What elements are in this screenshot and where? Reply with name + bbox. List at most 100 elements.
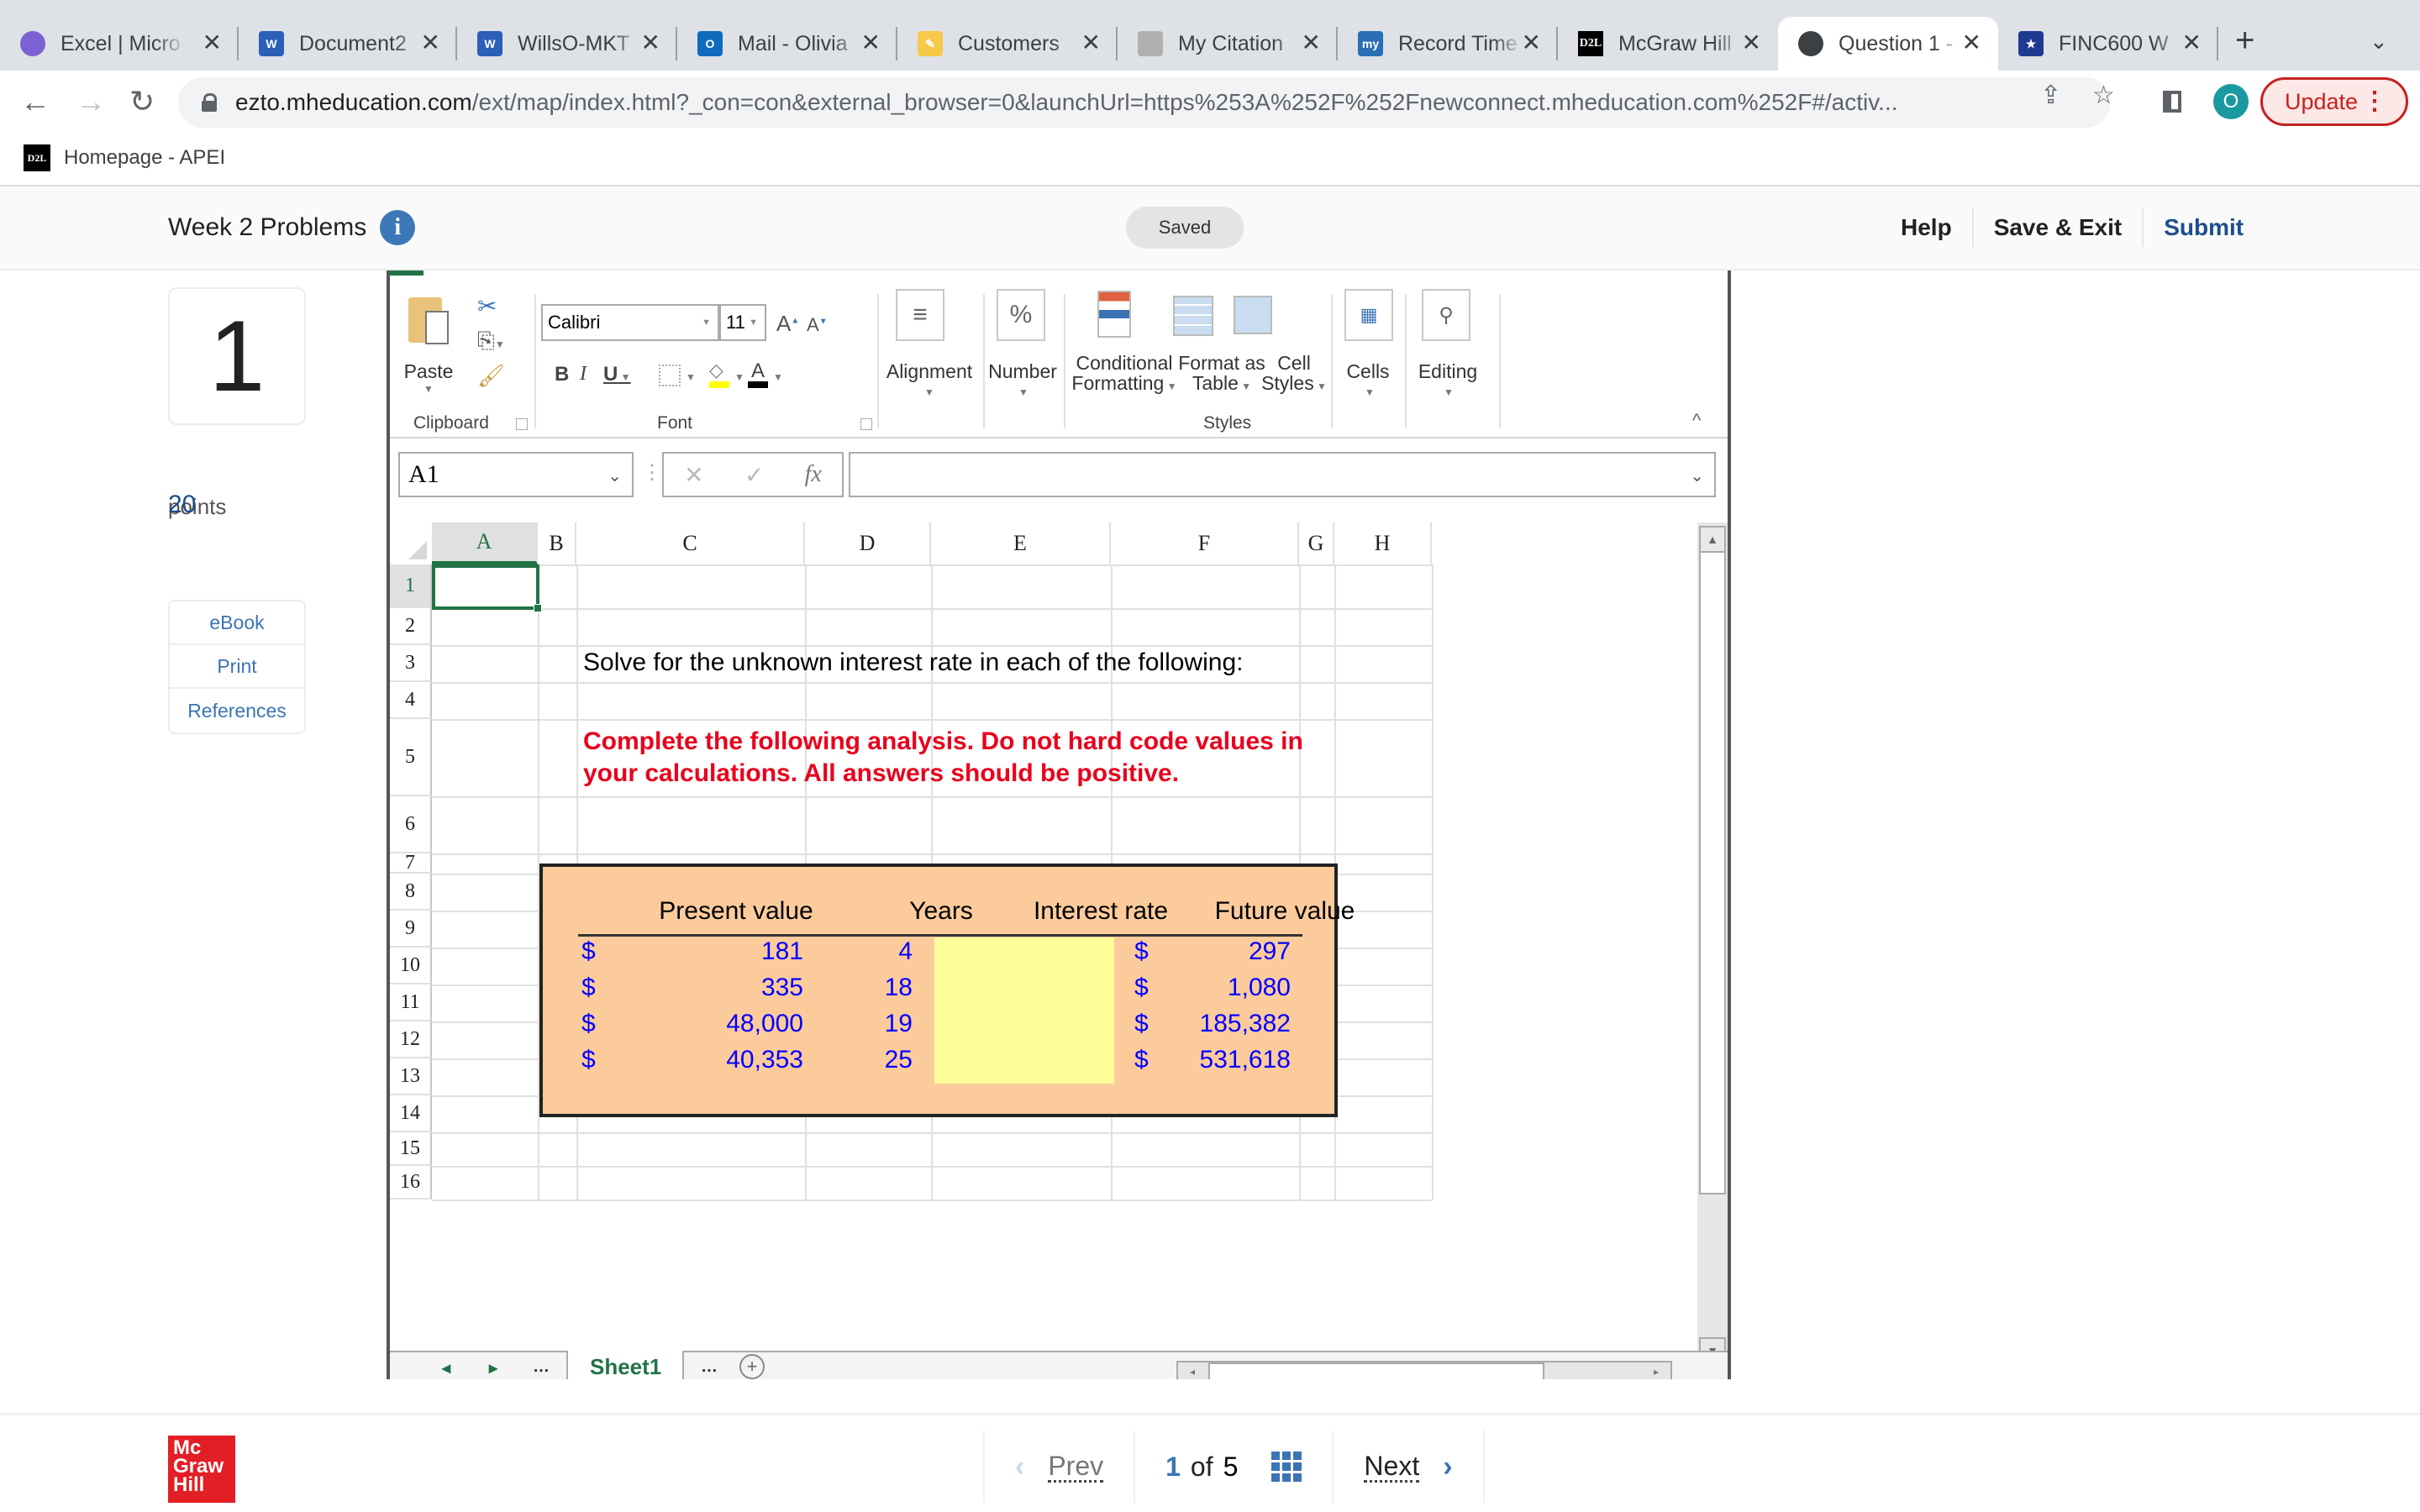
browser-tab[interactable]: ✎ Customers ✕ (897, 17, 1118, 71)
row-header-10[interactable]: 10 (390, 948, 432, 984)
format-painter-icon[interactable]: 🖌 (477, 363, 505, 389)
side-panel-icon[interactable] (2163, 91, 2181, 113)
close-tab-icon[interactable]: ✕ (1302, 29, 1321, 56)
row-header-16[interactable]: 16 (390, 1166, 432, 1200)
copy-icon[interactable]: ⎘▼ (477, 328, 505, 354)
font-name-select[interactable]: Calibri ▼ (541, 304, 719, 341)
browser-tab[interactable]: W WillsO-MKT ✕ (457, 17, 677, 71)
collapse-ribbon-icon[interactable]: ^ (1692, 410, 1701, 432)
column-header-f[interactable]: F (1111, 522, 1299, 564)
italic-button[interactable]: I (580, 363, 587, 386)
font-launcher-icon[interactable] (860, 418, 872, 430)
font-size-select[interactable]: 11 ▼ (719, 304, 766, 341)
scroll-up-icon[interactable]: ▲ (1699, 526, 1726, 553)
browser-tab[interactable]: O Mail - Olivia ✕ (677, 17, 897, 71)
alignment-button[interactable]: Alignment (879, 361, 980, 381)
prev-button[interactable]: ‹ Prev (983, 1431, 1134, 1503)
tab-search-chevron-icon[interactable]: ⌄ (2370, 29, 2388, 55)
row-header-12[interactable]: 12 (390, 1021, 432, 1058)
editing-button[interactable]: Editing (1410, 361, 1486, 381)
vertical-scrollbar[interactable]: ▲ ▼ (1697, 522, 1728, 1364)
column-header-d[interactable]: D (805, 522, 931, 564)
scroll-thumb[interactable] (1208, 1362, 1544, 1379)
share-icon[interactable]: ⇪ (2040, 81, 2061, 110)
row-header-6[interactable]: 6 (390, 796, 432, 853)
sheet-prev-icon[interactable]: ◂ (442, 1357, 450, 1378)
references-link[interactable]: References (170, 689, 304, 732)
formula-input[interactable]: ⌄ (849, 452, 1716, 497)
close-tab-icon[interactable]: ✕ (421, 29, 440, 56)
browser-tab[interactable]: my Record Time ✕ (1338, 17, 1558, 71)
scroll-left-icon[interactable]: ◂ (1178, 1362, 1207, 1379)
cancel-icon[interactable]: ✕ (684, 461, 703, 489)
conditional-formatting-icon[interactable] (1097, 291, 1131, 338)
horizontal-scrollbar[interactable]: ◂ ▸ (1176, 1361, 1672, 1379)
sheet-next-icon[interactable]: ▸ (489, 1357, 497, 1378)
format-as-table-button[interactable]: Format as Table ▼ (1178, 353, 1265, 396)
sheet-more-icon[interactable]: … (533, 1357, 550, 1377)
clipboard-launcher-icon[interactable] (516, 418, 528, 430)
alignment-icon[interactable]: ≡ (896, 289, 944, 341)
close-tab-icon[interactable]: ✕ (1742, 29, 1761, 56)
row-header-5[interactable]: 5 (390, 719, 432, 796)
row-header-15[interactable]: 15 (390, 1132, 432, 1166)
close-tab-icon[interactable]: ✕ (1081, 29, 1101, 56)
row-header-2[interactable]: 2 (390, 608, 432, 645)
close-tab-icon[interactable]: ✕ (2182, 29, 2202, 56)
interest-rate-cell[interactable] (934, 937, 1114, 974)
row-header-1[interactable]: 1 (390, 564, 432, 608)
browser-tab[interactable]: W Document2 ✕ (239, 17, 457, 71)
column-header-g[interactable]: G (1299, 522, 1334, 564)
cell-styles-button[interactable]: Cell Styles ▼ (1260, 353, 1328, 396)
row-header-13[interactable]: 13 (390, 1058, 432, 1095)
help-button[interactable]: Help (1881, 208, 1974, 247)
column-header-a[interactable]: A (432, 522, 538, 564)
bold-button[interactable]: B (555, 363, 569, 386)
page-indicator[interactable]: 1 of 5 (1134, 1431, 1332, 1503)
enter-check-icon[interactable]: ✓ (744, 461, 764, 489)
info-icon[interactable]: i (380, 210, 416, 245)
browser-tab[interactable]: My Citation ✕ (1118, 17, 1338, 71)
column-header-h[interactable]: H (1334, 522, 1432, 564)
row-header-7[interactable]: 7 (390, 852, 432, 874)
close-tab-icon[interactable]: ✕ (1962, 29, 1981, 56)
fill-color-icon[interactable]: ◇ (709, 360, 729, 388)
bookmark-homepage[interactable]: D2L Homepage - APEI (24, 144, 225, 171)
increase-font-icon[interactable]: A▲ (776, 311, 799, 337)
underline-button[interactable]: U ▼ (603, 363, 631, 386)
sheet-tab-sheet1[interactable]: Sheet1 (566, 1351, 684, 1379)
scroll-thumb[interactable] (1699, 539, 1726, 1194)
next-button[interactable]: Next › (1332, 1431, 1485, 1503)
font-color-icon[interactable]: A (748, 360, 768, 388)
row-header-4[interactable]: 4 (390, 682, 432, 719)
close-tab-icon[interactable]: ✕ (203, 29, 222, 56)
interest-rate-cell[interactable] (934, 1010, 1114, 1046)
more-menu-icon[interactable]: ⋮ (2362, 87, 2387, 116)
scroll-right-icon[interactable]: ▸ (1642, 1362, 1670, 1379)
new-tab-button[interactable]: + (2235, 22, 2254, 60)
column-header-c[interactable]: C (576, 522, 805, 564)
address-bar[interactable]: ezto.mheducation.com/ext/map/index.html?… (178, 77, 2111, 128)
row-header-3[interactable]: 3 (390, 645, 432, 682)
reload-icon[interactable]: ↻ (129, 84, 155, 119)
expand-formula-icon[interactable]: ⌄ (1690, 465, 1704, 486)
submit-button[interactable]: Submit (2144, 208, 2264, 247)
close-tab-icon[interactable]: ✕ (861, 29, 881, 56)
back-arrow-icon[interactable]: ← (20, 84, 50, 119)
ebook-link[interactable]: eBook (170, 601, 304, 645)
row-header-11[interactable]: 11 (390, 984, 432, 1021)
number-format-icon[interactable]: % (997, 289, 1045, 341)
grid-view-icon[interactable] (1271, 1452, 1302, 1482)
interest-rate-cell[interactable] (934, 974, 1114, 1010)
forward-arrow-icon[interactable]: → (76, 84, 106, 119)
resize-handle-icon[interactable]: ⋮ (642, 460, 662, 485)
profile-avatar[interactable]: O (2213, 84, 2249, 119)
add-sheet-icon[interactable]: + (739, 1354, 765, 1379)
cut-icon[interactable]: ✂ (477, 292, 497, 320)
close-tab-icon[interactable]: ✕ (641, 29, 660, 56)
row-header-9[interactable]: 9 (390, 911, 432, 948)
browser-tab[interactable]: ★ FINC600 W ✕ (1998, 17, 2218, 71)
update-button[interactable]: Update ⋮ (2260, 77, 2408, 126)
interest-rate-cell[interactable] (934, 1046, 1114, 1082)
column-header-e[interactable]: E (931, 522, 1111, 564)
